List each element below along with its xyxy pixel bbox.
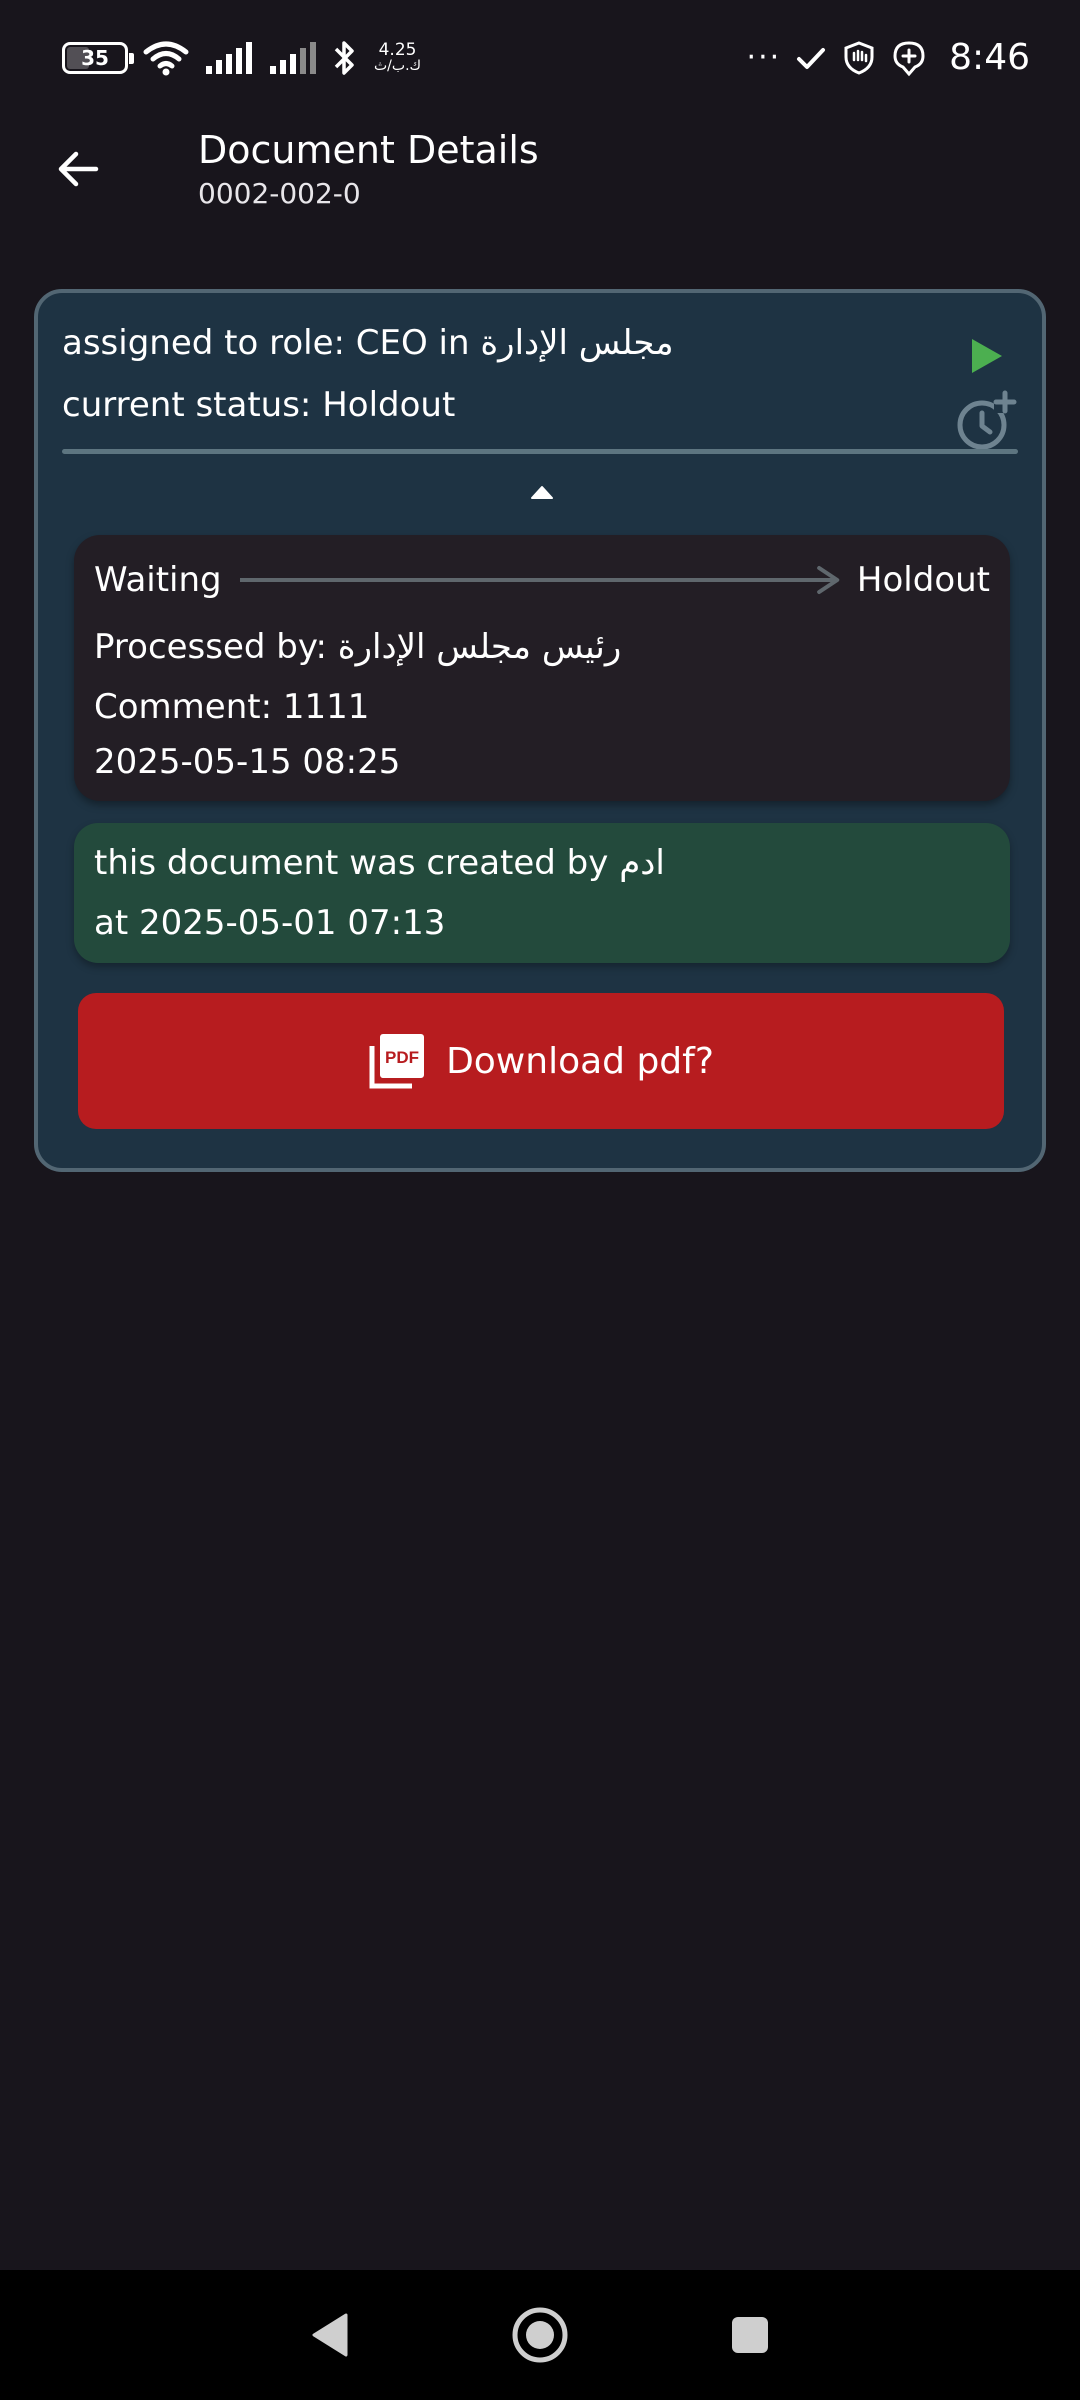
download-pdf-button[interactable]: PDF Download pdf? xyxy=(78,993,1004,1129)
network-speed-value: 4.25 xyxy=(378,40,417,60)
title-block: Document Details 0002-002-0 xyxy=(198,125,539,213)
nav-back-button[interactable] xyxy=(300,2305,360,2365)
processed-by-text: Processed by: رئيس مجلس الإدارة xyxy=(94,627,622,667)
pdf-icon-text: PDF xyxy=(385,1048,419,1067)
transition-arrow-icon xyxy=(239,560,843,600)
created-at-text: at 2025-05-01 07:13 xyxy=(94,903,446,943)
battery-level: 35 xyxy=(81,45,109,70)
battery-icon: 35 xyxy=(62,41,134,74)
caret-up-icon xyxy=(531,486,553,499)
page-title: Document Details xyxy=(198,128,539,172)
more-notifications-indicator: ··· xyxy=(746,40,782,75)
created-by-text: this document was created by ادم xyxy=(94,843,665,883)
nav-home-icon xyxy=(512,2307,568,2363)
shield-hand-icon xyxy=(841,40,877,76)
add-schedule-button[interactable] xyxy=(954,389,1018,453)
collapse-history-button[interactable] xyxy=(522,479,562,505)
clock: 8:46 xyxy=(949,37,1030,78)
play-icon xyxy=(972,339,1002,373)
created-info-box: this document was created by ادم at 2025… xyxy=(74,823,1010,963)
document-number: 0002-002-0 xyxy=(198,177,361,210)
signal-strength-2-icon xyxy=(268,40,318,76)
comment-text: Comment: 1111 xyxy=(94,687,370,727)
history-entry: Waiting Holdout Processed by: رئيس مجلس … xyxy=(74,535,1010,801)
nav-home-button[interactable] xyxy=(510,2305,570,2365)
signal-strength-icon xyxy=(204,40,254,76)
network-speed-unit: ك.ب/ث xyxy=(374,58,422,74)
assigned-role-text: assigned to role: CEO in مجلس الإدارة xyxy=(62,323,674,363)
current-status-text: current status: Holdout xyxy=(62,385,456,425)
wifi-icon xyxy=(142,38,190,78)
download-pdf-label: Download pdf? xyxy=(446,1040,714,1082)
status-bar-left: 35 4.25 ك.ب/ث xyxy=(62,38,421,78)
pdf-icon: PDF xyxy=(369,1034,425,1089)
history-date: 2025-05-15 08:25 xyxy=(94,742,401,782)
to-state-label: Holdout xyxy=(856,560,990,600)
bluetooth-icon xyxy=(332,38,358,78)
schedule-add-icon xyxy=(957,390,1017,450)
status-bar-right: ··· 8:46 xyxy=(747,37,1030,78)
status-transition: Waiting Holdout xyxy=(94,555,990,605)
system-navigation-bar xyxy=(0,2270,1080,2400)
location-plus-icon xyxy=(891,39,927,77)
card-divider xyxy=(62,449,1018,454)
from-state-label: Waiting xyxy=(94,560,222,600)
back-button[interactable] xyxy=(46,137,110,201)
status-bar: 35 4.25 ك.ب/ث ··· 8:46 xyxy=(0,0,1080,115)
nav-recents-icon xyxy=(732,2317,768,2353)
arrow-back-icon xyxy=(58,151,99,187)
nav-recents-button[interactable] xyxy=(720,2305,780,2365)
network-speed: 4.25 ك.ب/ث xyxy=(374,40,422,74)
play-button[interactable] xyxy=(966,335,1006,377)
check-icon xyxy=(795,42,827,74)
app-bar: Document Details 0002-002-0 xyxy=(0,115,1080,225)
nav-back-icon xyxy=(312,2313,348,2357)
document-card: assigned to role: CEO in مجلس الإدارة cu… xyxy=(34,289,1046,1172)
